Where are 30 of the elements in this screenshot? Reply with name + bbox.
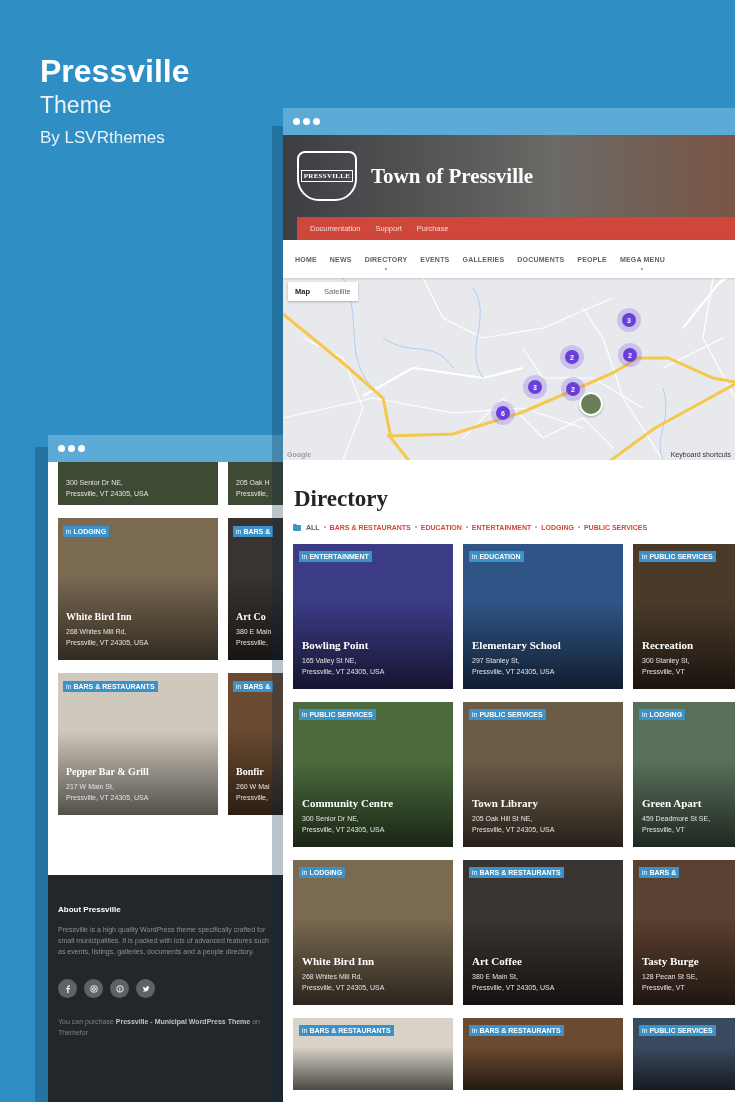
card-title[interactable]: Community Centre (302, 797, 394, 809)
footer-heading: About Pressville (58, 905, 122, 914)
window-dot-icon (293, 118, 300, 125)
card-title[interactable]: Recreation (642, 639, 694, 651)
page-heading: Directory (294, 485, 390, 513)
card-title[interactable]: Bowling Point (302, 639, 369, 651)
window-dot-icon (58, 445, 65, 452)
bird-icon[interactable] (136, 979, 155, 998)
camera-icon[interactable] (84, 979, 103, 998)
promo-subtitle: Theme (40, 91, 113, 120)
card-title[interactable]: Elementary School (472, 639, 561, 651)
site-title[interactable]: Town of Pressville (371, 163, 534, 189)
promo-author: By LSVRthemes (40, 128, 166, 148)
facebook-icon[interactable] (58, 979, 77, 998)
card-title[interactable]: Town Library (472, 797, 538, 809)
card-title[interactable]: White Bird Inn (302, 955, 375, 967)
card-title[interactable]: Art Co (236, 611, 266, 622)
card-title[interactable]: Pepper Bar & Grill (66, 766, 149, 777)
pin-icon[interactable] (110, 979, 129, 998)
card-title[interactable]: White Bird Inn (66, 611, 132, 622)
window-dot-icon (68, 445, 75, 452)
window-dot-icon (78, 445, 85, 452)
promo-title: Pressville (40, 52, 191, 90)
window-dot-icon (313, 118, 320, 125)
card-title[interactable]: Art Coffee (472, 955, 522, 967)
folder-icon (293, 523, 301, 531)
card-title[interactable]: Tasty Burge (642, 955, 699, 967)
card-title[interactable]: Green Apart (642, 797, 702, 809)
window-dot-icon (303, 118, 310, 125)
card-title[interactable]: Bonfir (236, 766, 264, 777)
